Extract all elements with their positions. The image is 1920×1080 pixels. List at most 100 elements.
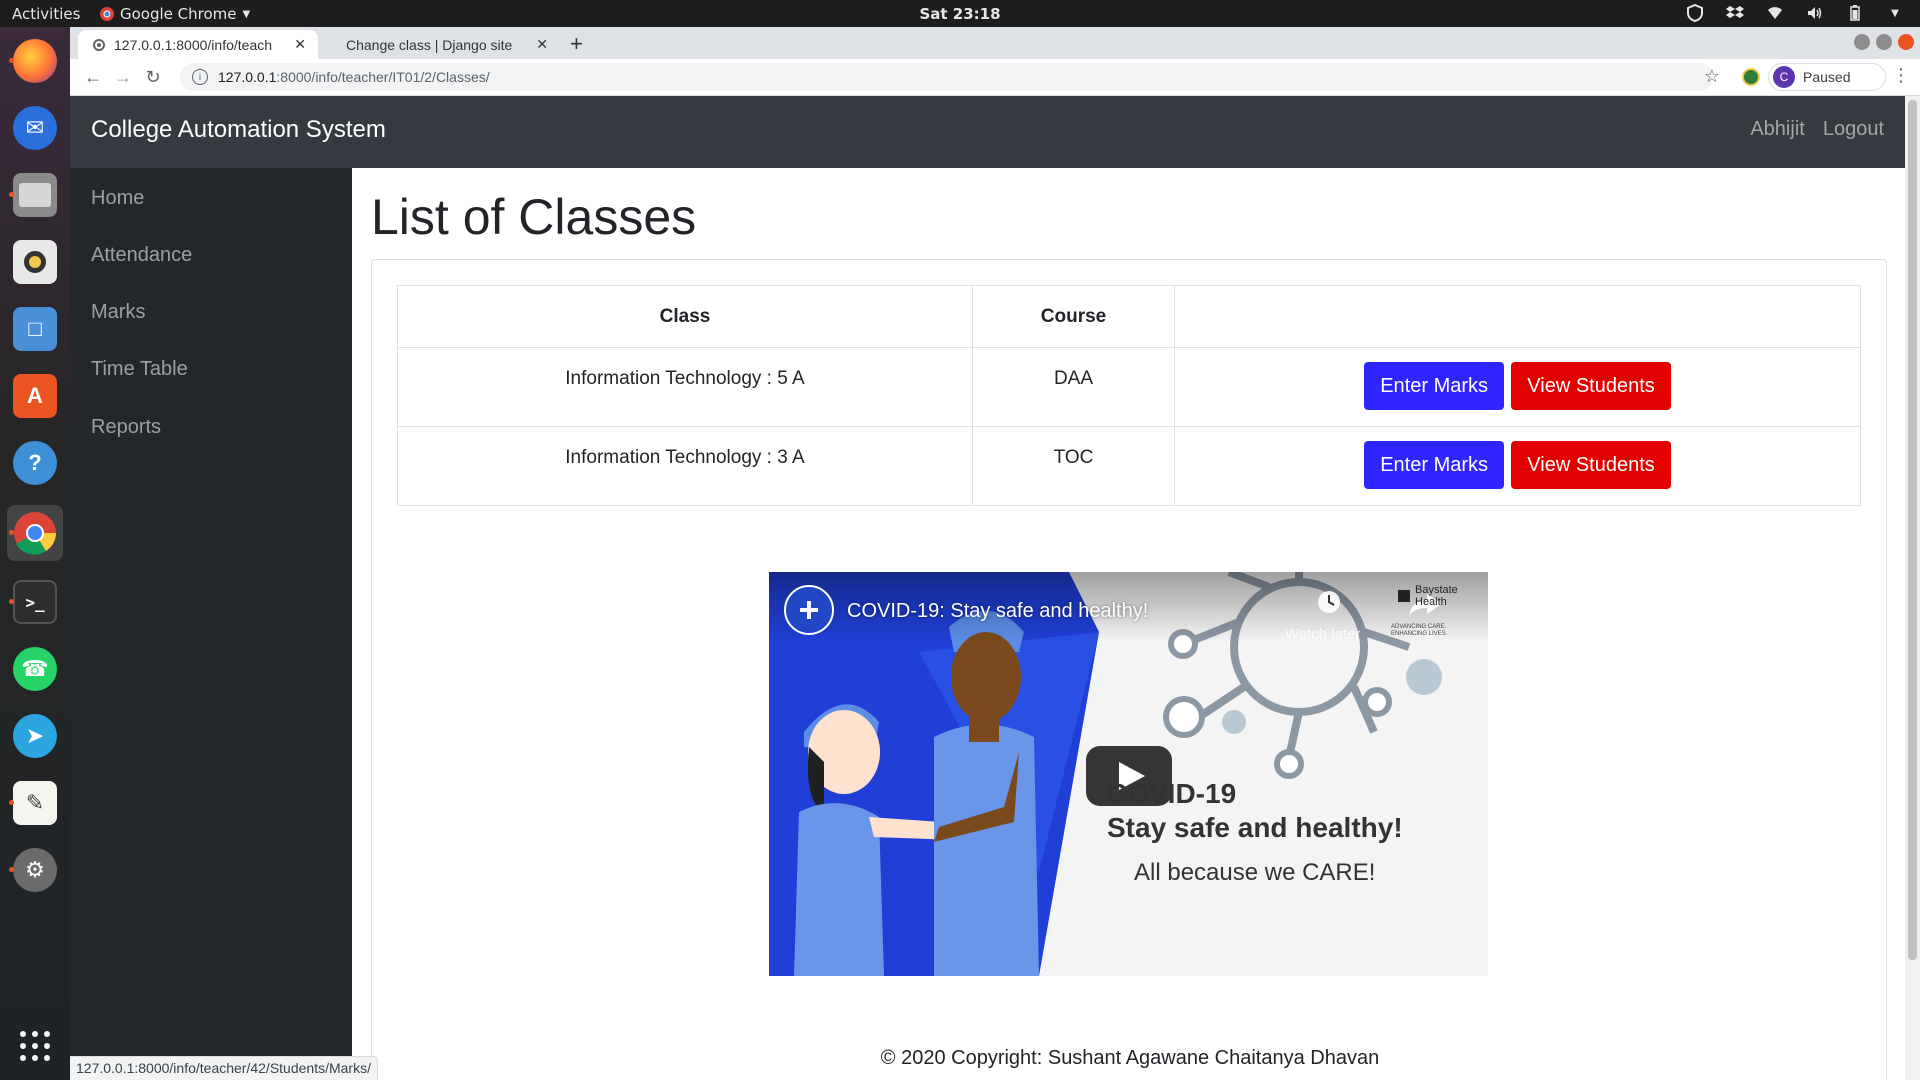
activities-button[interactable]: Activities	[12, 5, 80, 23]
maximize-button[interactable]	[1876, 34, 1892, 50]
back-arrow-icon[interactable]: ←	[82, 66, 104, 88]
main-content: List of Classes Class Course Information…	[352, 168, 1905, 1080]
mail-icon: ✉	[13, 106, 57, 150]
dock-text-editor[interactable]: ✎	[7, 775, 63, 831]
dock-firefox[interactable]	[7, 33, 63, 89]
clock[interactable]: Sat 23:18	[919, 5, 1000, 23]
browser-window: 127.0.0.1:8000/info/teach ✕ Change class…	[70, 27, 1920, 1080]
sidebar-item-marks[interactable]: Marks	[91, 301, 145, 324]
video-title[interactable]: COVID-19: Stay safe and healthy!	[847, 600, 1148, 623]
caret-down-icon: ▼	[242, 8, 251, 20]
view-students-button[interactable]: View Students	[1511, 362, 1671, 410]
dock-settings[interactable]: ⚙	[7, 842, 63, 898]
tab-title: 127.0.0.1:8000/info/teach	[114, 36, 273, 53]
video-headline-1: COVID-19	[1107, 778, 1237, 809]
shield-icon[interactable]	[1686, 4, 1704, 22]
tab-current[interactable]: 127.0.0.1:8000/info/teach ✕	[78, 30, 318, 59]
dock-software[interactable]: A	[7, 368, 63, 424]
cell-course: DAA	[972, 347, 1175, 427]
link-status-bubble: 127.0.0.1:8000/info/teacher/42/Students/…	[70, 1056, 378, 1080]
minimize-button[interactable]	[1854, 34, 1870, 50]
video-subline: All because we CARE!	[1134, 859, 1376, 886]
video-headline-2: Stay safe and healthy!	[1107, 812, 1403, 843]
cell-actions: Enter Marks View Students	[1174, 426, 1861, 506]
extension-icon[interactable]	[1742, 68, 1760, 86]
table-row: Information Technology : 3 A TOC Enter M…	[397, 426, 1861, 506]
dock-help[interactable]: ?	[7, 435, 63, 491]
close-window-button[interactable]	[1898, 34, 1914, 50]
app-grid-icon	[13, 1024, 57, 1068]
reload-icon[interactable]: ↻	[142, 66, 164, 88]
embedded-video[interactable]: COVID-19: Stay safe and healthy! Watch l…	[769, 572, 1488, 976]
cell-class: Information Technology : 3 A	[397, 426, 973, 506]
volume-icon[interactable]	[1806, 4, 1824, 22]
view-students-button[interactable]: View Students	[1511, 441, 1671, 489]
running-indicator	[9, 530, 14, 535]
running-indicator	[9, 192, 14, 197]
org-tagline: ADVANCING CARE. ENHANCING LIVES.	[1391, 624, 1448, 637]
new-tab-button[interactable]: +	[570, 31, 583, 57]
nav-user-link[interactable]: Abhijit	[1750, 118, 1804, 141]
show-applications-button[interactable]	[7, 1018, 63, 1074]
dock-chrome[interactable]	[7, 505, 63, 561]
address-bar[interactable]: i 127.0.0.1:8000/info/teacher/IT01/2/Cla…	[180, 63, 1713, 91]
app-menu[interactable]: Google Chrome ▼	[100, 5, 250, 23]
dock-thunderbird[interactable]: ✉	[7, 100, 63, 156]
column-header-class: Class	[397, 285, 973, 348]
image-icon: □	[13, 307, 57, 351]
dock-rhythmbox[interactable]	[7, 234, 63, 290]
caret-down-icon[interactable]: ▼	[1886, 4, 1904, 22]
running-indicator	[9, 800, 14, 805]
profile-status: Paused	[1803, 69, 1851, 85]
telegram-icon: ➤	[13, 714, 57, 758]
classes-card: Class Course Information Technology : 5 …	[371, 259, 1887, 1080]
running-indicator	[9, 58, 14, 63]
sidebar-item-attendance[interactable]: Attendance	[91, 244, 192, 267]
sidebar-item-home[interactable]: Home	[91, 187, 144, 210]
wifi-icon[interactable]	[1766, 4, 1784, 22]
web-page: College Automation System Abhijit Logout…	[70, 96, 1905, 1080]
terminal-icon: >_	[13, 580, 57, 624]
close-tab-icon[interactable]: ✕	[536, 36, 548, 53]
site-navbar: College Automation System Abhijit Logout	[70, 96, 1905, 168]
dock-image-viewer[interactable]: □	[7, 301, 63, 357]
chrome-small-icon	[100, 7, 114, 21]
battery-icon[interactable]	[1846, 4, 1864, 22]
software-center-icon: A	[13, 374, 57, 418]
sidebar-item-time-table[interactable]: Time Table	[91, 358, 188, 381]
column-header-course: Course	[972, 285, 1175, 348]
more-menu-icon[interactable]: ⋮	[1892, 65, 1910, 86]
nav-logout-link[interactable]: Logout	[1823, 118, 1884, 141]
cell-actions: Enter Marks View Students	[1174, 347, 1861, 427]
bookmark-star-icon[interactable]: ☆	[1704, 66, 1720, 87]
cell-course: TOC	[972, 426, 1175, 506]
text-editor-icon: ✎	[13, 781, 57, 825]
sidebar-item-reports[interactable]: Reports	[91, 416, 161, 439]
watch-later-label[interactable]: Watch later	[1285, 626, 1360, 643]
system-tray: ▼	[1686, 4, 1904, 22]
profile-button[interactable]: C Paused	[1768, 63, 1886, 91]
dock-whatsapp[interactable]: ☎	[7, 641, 63, 697]
close-tab-icon[interactable]: ✕	[294, 36, 306, 53]
url-host: 127.0.0.1	[218, 69, 277, 85]
site-info-icon[interactable]: i	[192, 69, 208, 85]
org-name: Baystate Health	[1415, 584, 1458, 608]
running-indicator	[9, 599, 14, 604]
scrollbar-thumb[interactable]	[1908, 100, 1917, 960]
chrome-icon	[13, 511, 57, 555]
site-brand[interactable]: College Automation System	[91, 116, 386, 144]
page-scrollbar[interactable]	[1905, 96, 1920, 1080]
whatsapp-icon: ☎	[13, 647, 57, 691]
sidebar: Home Attendance Marks Time Table Reports	[70, 168, 352, 1080]
dock-terminal[interactable]: >_	[7, 574, 63, 630]
dropbox-icon[interactable]	[1726, 4, 1744, 22]
dock-telegram[interactable]: ➤	[7, 708, 63, 764]
forward-arrow-icon[interactable]: →	[112, 66, 134, 88]
help-icon: ?	[13, 441, 57, 485]
enter-marks-button[interactable]: Enter Marks	[1364, 441, 1505, 489]
files-icon	[13, 173, 57, 217]
dock-files[interactable]	[7, 167, 63, 223]
column-header-actions	[1174, 285, 1861, 348]
enter-marks-button[interactable]: Enter Marks	[1364, 362, 1505, 410]
tab-django-admin[interactable]: Change class | Django site ✕	[324, 30, 560, 59]
